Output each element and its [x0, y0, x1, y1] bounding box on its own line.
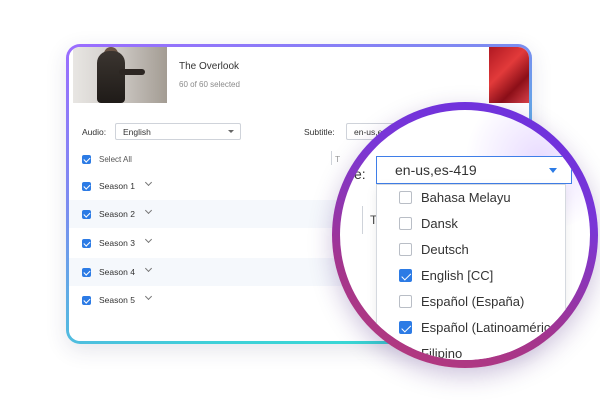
- audio-label: Audio:: [82, 127, 107, 137]
- language-label: Dansk: [421, 216, 458, 231]
- poster-figure-arm: [119, 69, 145, 75]
- subtitle-language-list: Bahasa Melayu Dansk Deutsch English [CC]…: [376, 184, 566, 360]
- season-label: Season 3: [99, 238, 135, 248]
- column-divider: [331, 151, 332, 165]
- language-option[interactable]: Bahasa Melayu: [377, 185, 565, 211]
- chevron-down-icon[interactable]: [144, 178, 153, 187]
- audio-select-value: English: [123, 127, 151, 137]
- chevron-down-icon[interactable]: [144, 235, 153, 244]
- movie-header: The Overlook 60 of 60 selected: [69, 47, 529, 103]
- language-checkbox[interactable]: [399, 243, 412, 256]
- season-label: Season 2: [99, 209, 135, 219]
- language-checkbox[interactable]: [399, 295, 412, 308]
- magnifier-lens: e: T en-us,es-419 Bahasa Melayu Dansk De…: [340, 110, 590, 360]
- language-checkbox[interactable]: [399, 269, 412, 282]
- movie-poster: [73, 47, 167, 103]
- language-checkbox[interactable]: [399, 321, 412, 334]
- chevron-down-icon[interactable]: [144, 264, 153, 273]
- language-option[interactable]: Filipino: [377, 341, 565, 360]
- language-checkbox[interactable]: [399, 191, 412, 204]
- language-option[interactable]: Español (Latinoaméric: [377, 315, 565, 341]
- magnified-subtitle-value: en-us,es-419: [395, 162, 477, 178]
- language-checkbox[interactable]: [399, 347, 412, 360]
- language-label: Deutsch: [421, 242, 469, 257]
- magnified-divider: [362, 206, 363, 234]
- magnifier-ring: e: T en-us,es-419 Bahasa Melayu Dansk De…: [332, 102, 598, 368]
- selected-count: 60 of 60 selected: [179, 80, 240, 89]
- caret-down-icon: [549, 168, 557, 173]
- language-option[interactable]: English [CC]: [377, 263, 565, 289]
- season-checkbox[interactable]: [82, 296, 91, 305]
- select-all-label: Select All: [99, 155, 132, 164]
- select-all-checkbox[interactable]: [82, 155, 91, 164]
- caret-down-icon: [228, 130, 234, 133]
- language-checkbox[interactable]: [399, 217, 412, 230]
- magnified-subtitle-select[interactable]: en-us,es-419: [376, 156, 572, 184]
- next-title-thumbnail[interactable]: [489, 47, 529, 103]
- season-label: Season 4: [99, 267, 135, 277]
- movie-title: The Overlook: [179, 61, 240, 72]
- chevron-down-icon[interactable]: [144, 292, 153, 301]
- language-label: Español (Latinoaméric: [421, 320, 551, 335]
- season-checkbox[interactable]: [82, 268, 91, 277]
- season-label: Season 1: [99, 181, 135, 191]
- language-label: Español (España): [421, 294, 525, 309]
- magnified-subtitle-label: e:: [354, 166, 366, 182]
- season-checkbox[interactable]: [82, 210, 91, 219]
- subtitle-label: Subtitle:: [304, 127, 335, 137]
- chevron-down-icon[interactable]: [144, 206, 153, 215]
- language-option[interactable]: Dansk: [377, 211, 565, 237]
- language-option[interactable]: Español (España): [377, 289, 565, 315]
- language-option[interactable]: Deutsch: [377, 237, 565, 263]
- season-checkbox[interactable]: [82, 182, 91, 191]
- language-label: Bahasa Melayu: [421, 190, 511, 205]
- audio-select[interactable]: English: [115, 123, 241, 140]
- poster-figure: [97, 51, 125, 103]
- season-label: Season 5: [99, 295, 135, 305]
- season-checkbox[interactable]: [82, 239, 91, 248]
- language-label: English [CC]: [421, 268, 494, 283]
- column-hint: T: [335, 154, 341, 164]
- language-label: Filipino: [421, 346, 463, 360]
